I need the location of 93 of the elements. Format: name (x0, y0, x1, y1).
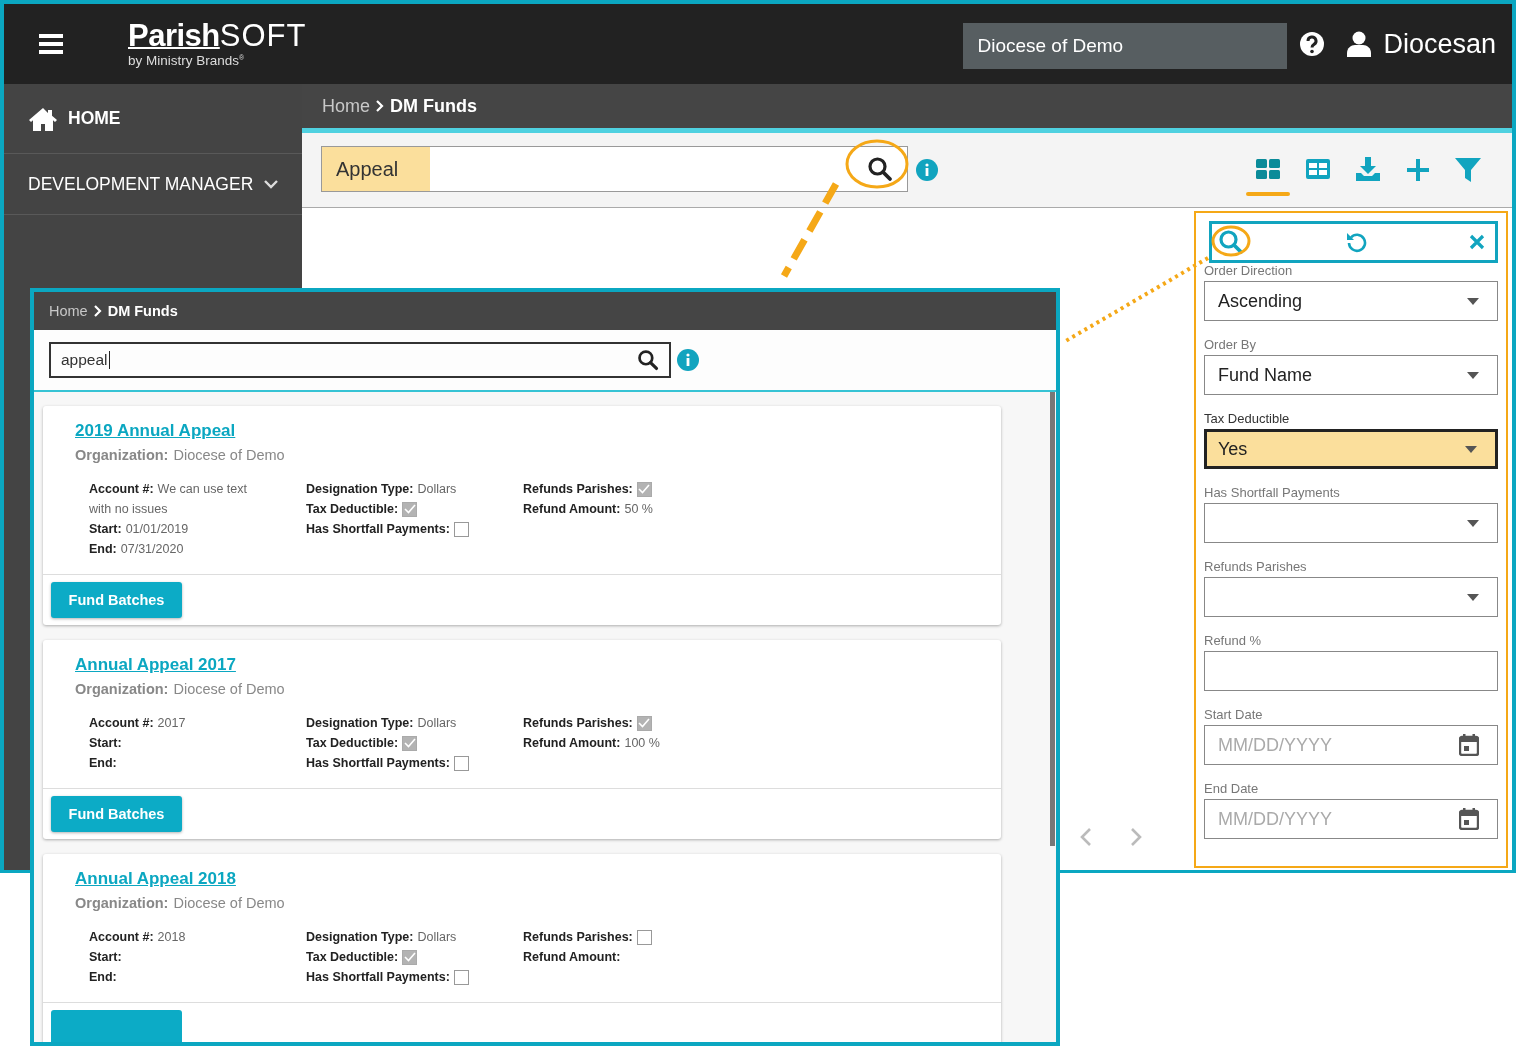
user-icon[interactable] (1347, 31, 1372, 57)
checkbox[interactable] (402, 501, 418, 517)
field-label: Refund % (1204, 633, 1263, 649)
organization-selector[interactable]: Diocese of Demo (963, 23, 1288, 69)
field-label: Organization: (75, 681, 169, 697)
field-label: Has Shortfall Payments (1204, 485, 1341, 501)
selection-underline (1246, 192, 1290, 196)
field-label: Has Shortfall Payments: (306, 755, 450, 772)
add-icon[interactable] (1404, 156, 1432, 184)
calendar-icon[interactable] (1459, 734, 1479, 756)
chevron-icon (264, 179, 278, 189)
field-value: Diocese of Demo (173, 447, 285, 463)
field-label: Tax Deductible: (306, 735, 399, 752)
field-text: Start: (89, 735, 123, 752)
field-label: Refunds Parishes: (523, 481, 633, 498)
field-text: Designation Type: Dollars (306, 929, 457, 946)
field-text: Designation Type: Dollars (306, 715, 457, 732)
home-icon (28, 106, 58, 131)
dropdown[interactable] (1204, 503, 1498, 543)
breadcrumb-link[interactable]: Home (322, 95, 370, 117)
download-icon[interactable] (1354, 156, 1382, 184)
breadcrumb-current: DM Funds (107, 303, 178, 319)
field-text: Account #: 2017 (89, 715, 186, 732)
checkbox[interactable] (453, 521, 469, 537)
filter-icon[interactable] (1454, 156, 1482, 184)
field-text: Account #: We can use text with no issues (89, 481, 248, 518)
menu-icon[interactable] (39, 33, 63, 55)
reset-icon[interactable] (1345, 231, 1368, 253)
checkbox[interactable] (636, 481, 652, 497)
help-icon[interactable] (1299, 31, 1326, 57)
field-label: Has Shortfall Payments: (306, 521, 450, 538)
field-label: Refunds Parishes: (523, 929, 633, 946)
field-label: Organization: (75, 895, 169, 911)
field-label: Tax Deductible: (306, 949, 399, 966)
previous-page-icon[interactable] (1080, 828, 1092, 846)
field-text: End: (89, 969, 118, 986)
search-icon[interactable] (637, 349, 659, 371)
checkbox[interactable] (453, 969, 469, 985)
field-text: Start: (89, 949, 123, 966)
field-label: End Date (1204, 781, 1260, 797)
field-text: Account #: 2018 (89, 929, 186, 946)
field-label: Refunds Parishes: (523, 715, 633, 732)
field-text: End: 07/31/2020 (89, 541, 184, 558)
field-text: Refund Amount: 100 % (523, 735, 660, 752)
search-field[interactable]: Appeal (321, 146, 908, 192)
field-text: Refund Amount: 50 % (523, 501, 653, 518)
search-button[interactable] (867, 156, 893, 182)
checkbox[interactable] (636, 929, 652, 945)
field-label: Order Direction (1204, 263, 1294, 279)
dropdown[interactable]: Yes (1204, 429, 1498, 469)
field-text: Refund Amount: (523, 949, 622, 966)
info-icon[interactable] (916, 159, 938, 181)
checkbox[interactable] (636, 715, 652, 731)
search-field[interactable]: appeal (49, 342, 671, 378)
field-value: Diocese of Demo (173, 681, 285, 697)
dropdown[interactable]: Fund Name (1204, 355, 1498, 395)
field-text: Start: 01/01/2019 (89, 521, 189, 538)
scrollbar[interactable] (1050, 392, 1055, 846)
checkbox[interactable] (402, 949, 418, 965)
logo-text: ParishSOFT (128, 20, 307, 52)
checkbox[interactable] (402, 735, 418, 751)
checkbox[interactable] (453, 755, 469, 771)
caret-icon (1467, 519, 1479, 527)
field-label: Tax Deductible: (306, 501, 399, 518)
breadcrumb-link[interactable]: Home (49, 303, 88, 319)
field-label: Order By (1204, 337, 1257, 353)
sidebar-item[interactable]: HOME (4, 84, 302, 154)
input-field[interactable] (1204, 651, 1498, 691)
logo-tagline: by Ministry Brands$^{®}$ (128, 53, 246, 68)
dropdown[interactable]: Ascending (1204, 281, 1498, 321)
caret-icon (1467, 297, 1479, 305)
caret-icon (1467, 593, 1479, 601)
info-icon[interactable] (677, 349, 699, 371)
field-label: Has Shortfall Payments: (306, 969, 450, 986)
caret-icon (1467, 371, 1479, 379)
highlight-circle (845, 139, 909, 189)
breadcrumb-current: DM Funds (390, 95, 477, 117)
field-label: Tax Deductible (1204, 411, 1291, 427)
dropdown[interactable] (1204, 577, 1498, 617)
highlight-circle (1211, 225, 1251, 257)
field-label: Start Date (1204, 707, 1264, 723)
field-label: Organization: (75, 447, 169, 463)
field-text: End: (89, 755, 118, 772)
next-page-icon[interactable] (1130, 828, 1142, 846)
calendar-icon[interactable] (1459, 808, 1479, 830)
chevron-icon (376, 100, 384, 112)
close-icon[interactable] (1469, 234, 1485, 250)
caret-icon (1465, 445, 1477, 453)
field-label: Refunds Parishes (1204, 559, 1308, 575)
user-name[interactable]: Diocesan (1383, 28, 1496, 60)
field-value: Diocese of Demo (173, 895, 285, 911)
chevron-icon (93, 305, 102, 317)
field-text: Designation Type: Dollars (306, 481, 457, 498)
